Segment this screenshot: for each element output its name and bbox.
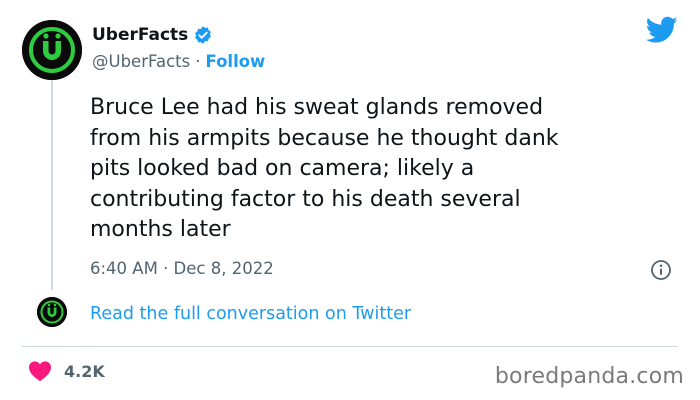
follow-button[interactable]: Follow xyxy=(205,52,265,71)
like-stat[interactable]: 4.2K xyxy=(28,360,105,382)
separator-dot: · xyxy=(195,51,201,71)
twitter-bird-icon[interactable] xyxy=(645,16,678,48)
read-full-conversation-link[interactable]: Read the full conversation on Twitter xyxy=(90,304,411,324)
uberfacts-logo-icon xyxy=(37,297,67,327)
divider xyxy=(22,346,678,347)
tweet-text-line: from his armpits because he thought dank xyxy=(90,125,559,151)
tweet-text: Bruce Lee had his sweat glands removed f… xyxy=(90,93,650,246)
info-icon[interactable] xyxy=(650,259,672,285)
name-row: UberFacts xyxy=(92,22,265,48)
tweet-timestamp[interactable]: 6:40 AM · Dec 8, 2022 xyxy=(90,259,274,278)
author-handle[interactable]: @UberFacts xyxy=(92,52,190,71)
uberfacts-logo-icon xyxy=(22,20,82,80)
watermark: boredpanda.com xyxy=(494,364,684,389)
author-name[interactable]: UberFacts xyxy=(92,25,188,45)
verified-badge-icon xyxy=(193,25,213,45)
like-count: 4.2K xyxy=(64,361,105,381)
tweet-text-line: months later xyxy=(90,217,231,242)
tweet-header: UberFacts @UberFacts · Follow xyxy=(92,22,265,74)
heart-icon[interactable] xyxy=(28,360,52,382)
tweet-text-line: contributing factor to his death several xyxy=(90,186,521,212)
conversation-avatar xyxy=(37,297,67,327)
handle-row: @UberFacts · Follow xyxy=(92,48,265,74)
tweet-text-line: pits looked bad on camera; likely a xyxy=(90,156,475,181)
tweet-text-line: Bruce Lee had his sweat glands removed xyxy=(90,95,544,120)
avatar[interactable] xyxy=(22,20,82,80)
thread-connector-line xyxy=(51,80,53,290)
